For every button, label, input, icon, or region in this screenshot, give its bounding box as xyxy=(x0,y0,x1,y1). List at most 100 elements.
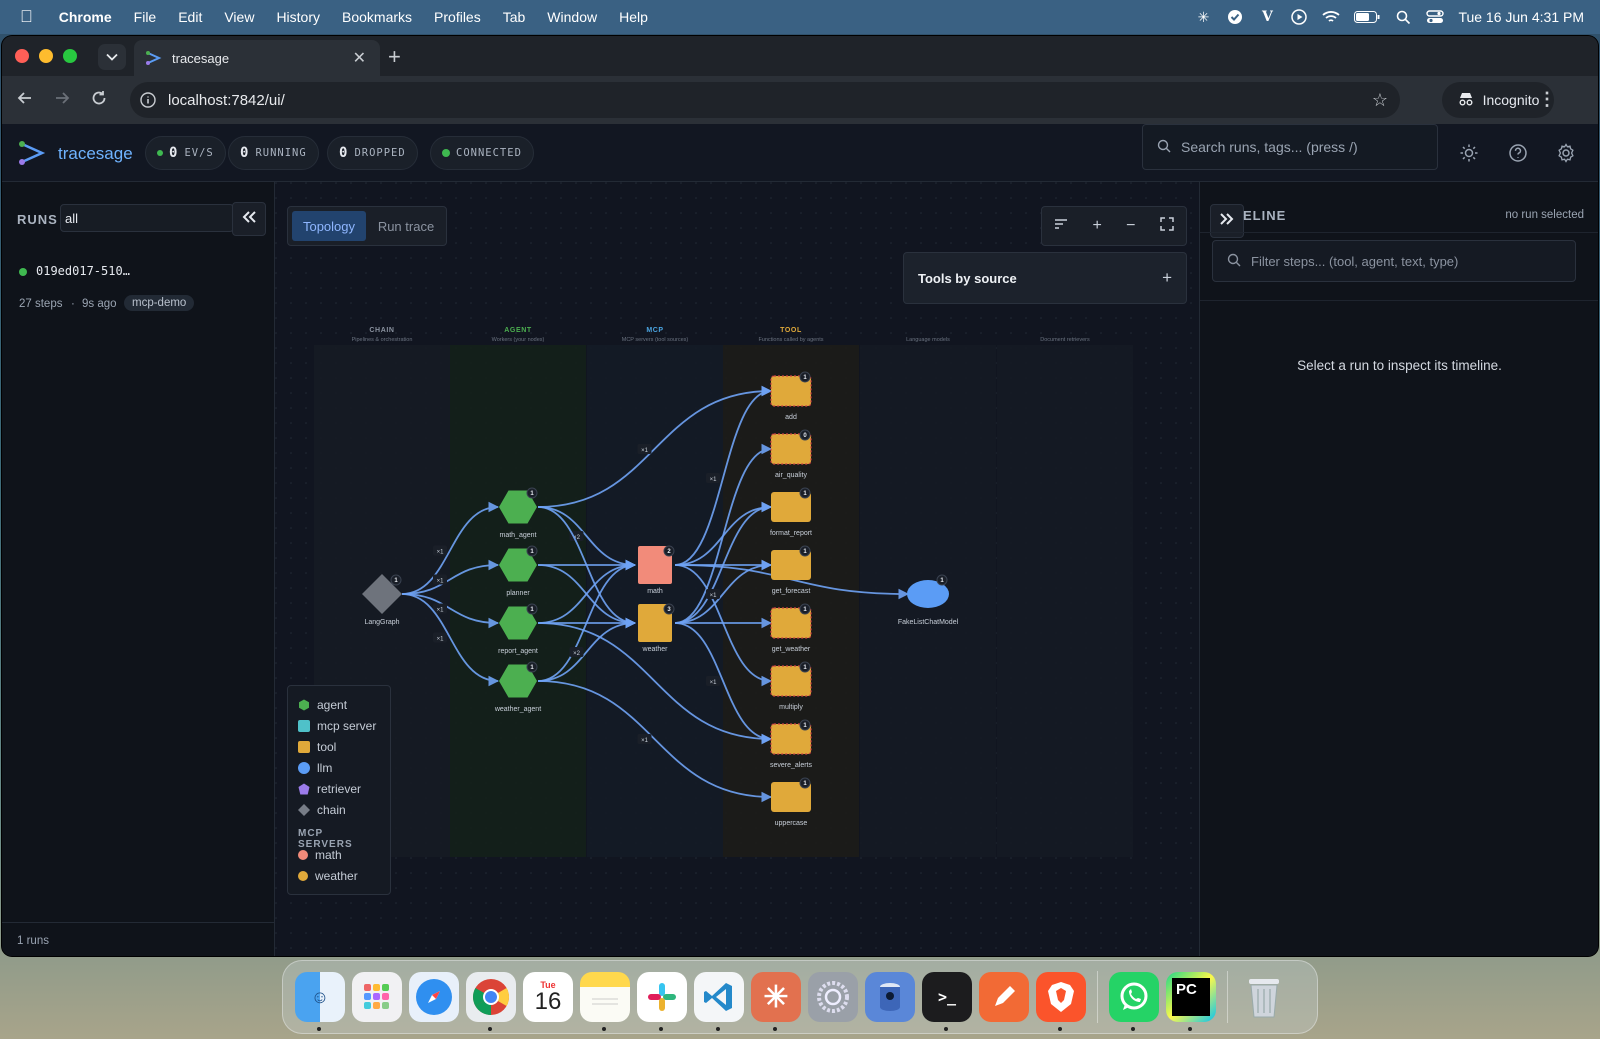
expand-plus-icon[interactable]: + xyxy=(1162,268,1172,288)
runs-filter-select[interactable]: all xyxy=(60,204,234,232)
run-steps: 27 steps xyxy=(19,298,63,310)
battery-icon[interactable] xyxy=(1354,8,1380,26)
events-per-sec-pill: 0 EV/S xyxy=(145,136,226,170)
topology-canvas[interactable]: CHAIN Pipelines & orchestration AGENT Worke… xyxy=(275,182,1199,956)
brave-icon[interactable] xyxy=(1036,972,1086,1031)
macos-dock: ☺ Tue 16 ✳ >_ PC xyxy=(282,960,1318,1034)
utility-app-icon[interactable] xyxy=(865,972,915,1022)
menu-file[interactable]: File xyxy=(134,9,157,25)
check-status-icon[interactable] xyxy=(1226,8,1244,26)
tracesage-logo-icon[interactable] xyxy=(18,140,46,171)
timeline-status: no run selected xyxy=(1505,209,1584,221)
reload-icon[interactable] xyxy=(90,89,108,112)
zoom-in-icon[interactable]: + xyxy=(1092,217,1101,235)
calendar-icon[interactable]: Tue 16 xyxy=(523,972,573,1022)
layout-icon[interactable] xyxy=(1054,217,1068,235)
wifi-icon[interactable] xyxy=(1322,8,1341,26)
slack-icon[interactable] xyxy=(637,972,687,1031)
legend-item-retriever: retriever xyxy=(298,778,380,799)
browser-window: tracesage ✕ + localhost:7842/ui/ ☆ Incog… xyxy=(2,36,1598,956)
search-input[interactable]: Search runs, tags... (press /) xyxy=(1142,124,1438,170)
tools-by-source-panel[interactable]: Tools by source + xyxy=(903,252,1187,304)
theme-toggle-icon[interactable] xyxy=(1458,142,1480,164)
settings-gear-icon[interactable] xyxy=(1555,142,1577,164)
window-zoom-icon[interactable] xyxy=(63,49,77,63)
runs-sidebar: RUNS all 019ed017-510… 27 steps · 9s ago… xyxy=(2,182,275,956)
terminal-icon[interactable]: >_ xyxy=(922,972,972,1031)
fit-view-icon[interactable] xyxy=(1160,216,1174,236)
site-info-icon[interactable] xyxy=(140,92,156,108)
legend-label: retriever xyxy=(317,781,362,796)
tab-topology[interactable]: Topology xyxy=(292,211,366,241)
back-icon[interactable] xyxy=(16,89,34,112)
lane-extra-5 xyxy=(997,345,1133,857)
menu-edit[interactable]: Edit xyxy=(178,9,202,25)
node-label: format_report xyxy=(770,530,812,537)
run-list-item[interactable]: 019ed017-510… 27 steps · 9s ago mcp-demo xyxy=(2,256,274,320)
browser-tab[interactable]: tracesage ✕ xyxy=(134,40,380,76)
menu-tab[interactable]: Tab xyxy=(503,9,526,25)
launchpad-icon[interactable] xyxy=(352,972,402,1022)
notes-icon[interactable] xyxy=(580,972,630,1031)
legend-server-weather: weather xyxy=(298,865,380,886)
ev-count: 0 xyxy=(169,145,179,161)
tab-search-chevron-icon[interactable] xyxy=(98,44,126,70)
control-center-icon[interactable] xyxy=(1426,8,1445,26)
trash-icon[interactable] xyxy=(1239,972,1289,1022)
edge-label: ×1 xyxy=(710,680,718,686)
browser-menu-icon[interactable]: ⋮ xyxy=(1538,89,1556,110)
apple-menu-icon[interactable]:  xyxy=(20,7,33,27)
dropped-label: DROPPED xyxy=(354,147,406,159)
timeline-heading: ELINE xyxy=(1243,208,1287,223)
run-tag[interactable]: mcp-demo xyxy=(124,295,195,311)
tab-close-icon[interactable]: ✕ xyxy=(353,48,366,68)
filter-divider xyxy=(1200,300,1598,301)
bookmark-star-icon[interactable]: ☆ xyxy=(1372,90,1388,111)
tab-run-trace[interactable]: Run trace xyxy=(370,211,442,241)
circle-icon xyxy=(298,761,310,774)
window-close-icon[interactable] xyxy=(15,49,29,63)
claude-app-icon[interactable]: ✳ xyxy=(751,972,801,1031)
circle-icon xyxy=(298,870,308,881)
vscode-icon[interactable] xyxy=(694,972,744,1031)
lane-tool xyxy=(723,345,859,857)
system-settings-icon[interactable] xyxy=(808,972,858,1022)
address-bar[interactable]: localhost:7842/ui/ ☆ xyxy=(130,82,1400,118)
menu-profiles[interactable]: Profiles xyxy=(434,9,481,25)
play-status-icon[interactable] xyxy=(1290,8,1308,26)
finder-icon[interactable]: ☺ xyxy=(295,972,345,1031)
claude-status-icon[interactable]: ✳ xyxy=(1194,8,1212,26)
pycharm-icon[interactable]: PC xyxy=(1166,972,1216,1031)
collapse-sidebar-button[interactable] xyxy=(232,202,266,236)
menu-history[interactable]: History xyxy=(276,9,320,25)
zoom-out-icon[interactable]: − xyxy=(1126,217,1135,235)
menu-window[interactable]: Window xyxy=(547,9,597,25)
node-label: get_forecast xyxy=(772,588,811,595)
menubar-clock[interactable]: Tue 16 Jun 4:31 PM xyxy=(1458,9,1584,25)
filter-search-icon xyxy=(1227,253,1241,270)
menu-view[interactable]: View xyxy=(224,9,254,25)
menu-help[interactable]: Help xyxy=(619,9,648,25)
spotlight-search-icon[interactable] xyxy=(1394,8,1412,26)
legend-item-llm: llm xyxy=(298,757,380,778)
legend-label: agent xyxy=(317,697,348,712)
menu-bookmarks[interactable]: Bookmarks xyxy=(342,9,412,25)
tracesage-favicon-icon xyxy=(146,51,162,65)
forward-icon[interactable] xyxy=(53,89,71,112)
brand-name[interactable]: tracesage xyxy=(58,144,133,164)
column-title: MCP xyxy=(646,327,663,334)
search-icon xyxy=(1157,139,1171,156)
window-minimize-icon[interactable] xyxy=(39,49,53,63)
v-status-icon[interactable]: V xyxy=(1258,8,1276,26)
connected-label: CONNECTED xyxy=(456,147,522,159)
menubar-app-name[interactable]: Chrome xyxy=(59,9,112,25)
new-tab-icon[interactable]: + xyxy=(388,44,401,70)
safari-icon[interactable] xyxy=(409,972,459,1022)
filter-steps-input[interactable]: Filter steps... (tool, agent, text, type… xyxy=(1212,240,1576,282)
tab-title: tracesage xyxy=(172,50,230,66)
help-icon[interactable] xyxy=(1507,142,1529,164)
whatsapp-icon[interactable] xyxy=(1109,972,1159,1031)
pycharm-label: PC xyxy=(1172,978,1210,1016)
pencil-app-icon[interactable] xyxy=(979,972,1029,1022)
chrome-icon[interactable] xyxy=(466,972,516,1031)
